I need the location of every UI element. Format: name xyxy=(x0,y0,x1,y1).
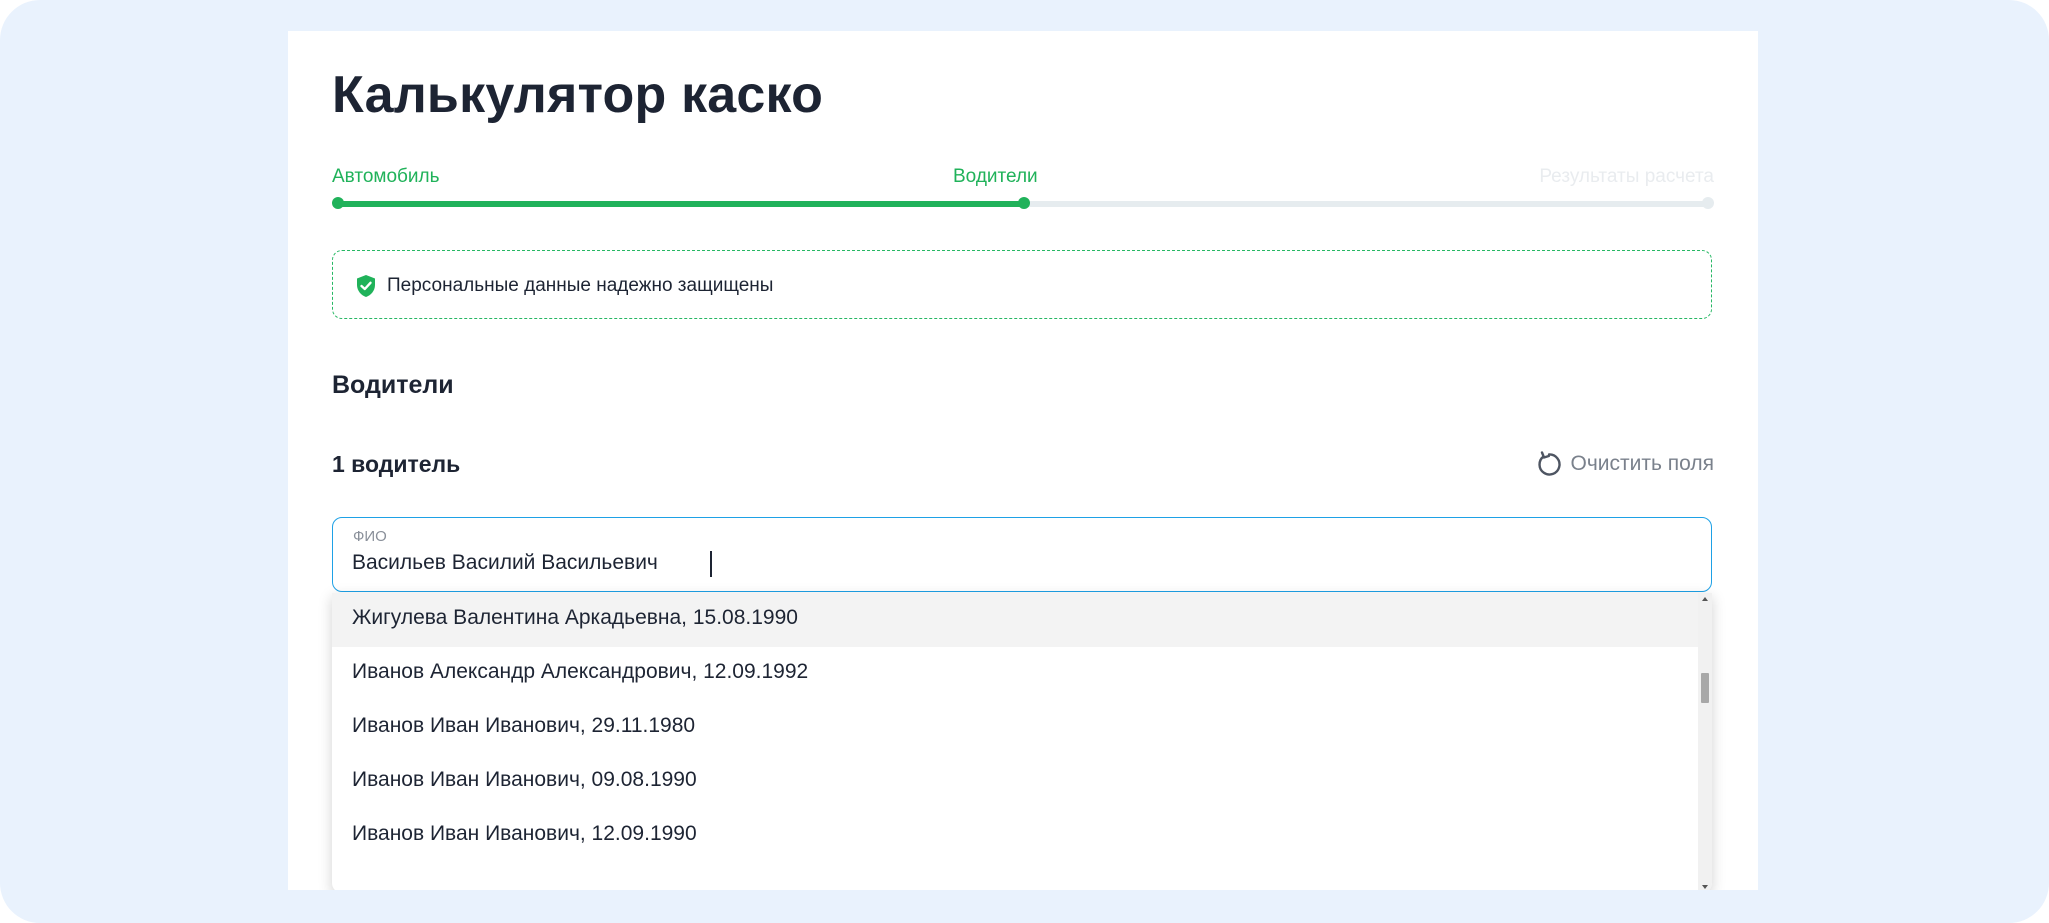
progress-dot-drivers xyxy=(1018,197,1030,209)
scroll-up-arrow-icon[interactable] xyxy=(1702,597,1708,601)
clear-fields-label: Очистить поля xyxy=(1570,452,1714,475)
shield-check-icon xyxy=(357,275,375,297)
stepper: Автомобиль Водители Результаты расчета xyxy=(332,31,1714,251)
suggestion-item[interactable]: Иванов Иван Иванович, 29.11.1980 xyxy=(332,701,1698,755)
text-caret xyxy=(710,551,712,577)
security-notice: Персональные данные надежно защищены xyxy=(332,250,1712,319)
suggestion-item[interactable]: Иванов Иван Иванович, 09.08.1990 xyxy=(332,755,1698,809)
security-notice-text: Персональные данные надежно защищены xyxy=(387,275,774,296)
reset-icon xyxy=(1537,451,1561,476)
suggestion-item[interactable]: Иванов Иван Иванович, 12.09.1990 xyxy=(332,809,1698,863)
progress-dot-car xyxy=(332,197,344,209)
calculator-card: Калькулятор каско Автомобиль Водители Ре… xyxy=(288,31,1758,890)
progress-fill xyxy=(338,201,1025,207)
driver-title: 1 водитель xyxy=(332,451,461,477)
suggestion-item[interactable]: Иванов Александр Александрович, 12.09.19… xyxy=(332,647,1698,701)
progress-dot-results xyxy=(1702,197,1714,209)
suggestion-item[interactable]: Жигулева Валентина Аркадьевна, 15.08.199… xyxy=(332,593,1698,647)
fio-suggestions-dropdown: Жигулева Валентина Аркадьевна, 15.08.199… xyxy=(332,593,1712,890)
step-results: Результаты расчета xyxy=(1539,166,1714,187)
fio-field-label: ФИО xyxy=(353,528,387,545)
dropdown-scrollbar[interactable] xyxy=(1698,593,1712,890)
page-background: Калькулятор каско Автомобиль Водители Ре… xyxy=(0,0,2049,923)
clear-fields-button[interactable]: Очистить поля xyxy=(1535,448,1714,480)
scrollbar-thumb[interactable] xyxy=(1701,673,1709,703)
section-title: Водители xyxy=(332,371,454,399)
step-car[interactable]: Автомобиль xyxy=(332,166,440,188)
fio-input[interactable] xyxy=(352,548,1452,578)
scroll-down-arrow-icon[interactable] xyxy=(1702,885,1708,889)
step-drivers[interactable]: Водители xyxy=(953,166,1038,188)
fio-field[interactable]: ФИО xyxy=(332,517,1712,592)
